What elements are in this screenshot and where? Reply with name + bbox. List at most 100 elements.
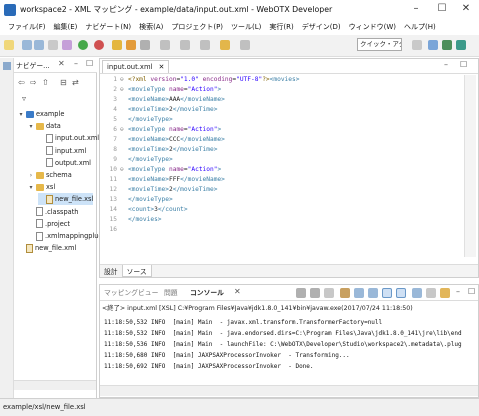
code-line[interactable]: 9 </movieType> (100, 156, 172, 166)
tree-item[interactable]: ▾ xsl (28, 181, 55, 193)
code-line[interactable]: 12 <movieTime>2</movieTime> (100, 186, 218, 196)
fold-toggle-icon[interactable]: ⊖ (120, 86, 128, 93)
link-with-editor-icon[interactable]: ⇄ (72, 78, 79, 87)
code-line[interactable]: 13 </movieType> (100, 196, 173, 206)
code-line[interactable]: 7 <movieName>CCC</movieName> (100, 136, 225, 146)
close-icon[interactable]: ✕ (159, 63, 165, 71)
tree-item[interactable]: .classpath (28, 206, 78, 218)
editor-tab-input-out-xml[interactable]: input.out.xml ✕ (102, 60, 170, 73)
tree-item[interactable]: › schema (28, 169, 72, 181)
tab-source[interactable]: ソース (121, 265, 152, 277)
code-line[interactable]: 16 (100, 226, 128, 236)
tree-item[interactable]: output.xml (38, 157, 91, 169)
menu-file[interactable]: ファイル(F) (4, 20, 50, 34)
word-wrap-icon[interactable] (368, 288, 378, 298)
console-horizontal-scrollbar[interactable] (100, 385, 478, 396)
debug-icon[interactable] (94, 40, 104, 50)
minimize-view-icon[interactable]: – (456, 287, 460, 296)
tree-item[interactable]: input.out.xml (38, 132, 99, 144)
minimize-button[interactable]: – (406, 2, 426, 16)
forward-icon[interactable] (240, 40, 250, 50)
editor-vertical-scrollbar[interactable] (464, 75, 476, 257)
tab-navigator[interactable]: ナビゲー... (16, 60, 50, 70)
minimize-view-icon[interactable]: – (444, 60, 448, 69)
tab-mapping-view[interactable]: マッピングビュー (104, 287, 158, 297)
maximize-view-icon[interactable]: ☐ (468, 287, 475, 296)
expand-toggle-icon[interactable]: › (28, 172, 34, 179)
tree-item[interactable]: input.xml (38, 145, 86, 157)
minimize-view-icon[interactable]: – (74, 59, 78, 68)
last-edit-icon[interactable] (200, 40, 210, 50)
pen-icon[interactable] (126, 40, 136, 50)
expand-toggle-icon[interactable]: ▾ (28, 123, 34, 130)
menu-search[interactable]: 検索(A) (135, 20, 167, 34)
quick-access-input[interactable]: クイック・アクセス (357, 38, 402, 51)
next-annotation-icon[interactable] (160, 40, 170, 50)
terminate-icon[interactable] (296, 288, 306, 298)
collapse-all-icon[interactable]: ⊟ (60, 78, 67, 87)
menu-window[interactable]: ウィンドウ(W) (345, 20, 400, 34)
tree-item[interactable]: ▾ data (28, 120, 60, 132)
code-area[interactable]: 1 ⊖ <?xml version="1.0" encoding="UTF-8"?>… (100, 76, 462, 246)
run-icon[interactable] (78, 40, 88, 50)
open-folder-icon[interactable] (112, 40, 122, 50)
code-line[interactable]: 2 ⊖ <movieType name="Action"> (100, 86, 221, 96)
up-icon[interactable]: ⇧ (42, 78, 49, 87)
menu-help[interactable]: ヘルプ(H) (400, 20, 440, 34)
perspective-xml-mapping-icon[interactable] (456, 40, 466, 50)
tree-item[interactable]: .project (28, 218, 70, 230)
close-icon[interactable]: ✕ (58, 59, 65, 68)
expand-toggle-icon[interactable]: ▾ (18, 111, 24, 118)
tree-item[interactable]: ▾ example (18, 108, 64, 120)
menu-project[interactable]: プロジェクト(P) (167, 20, 227, 34)
forward-icon[interactable]: ⇨ (30, 78, 37, 87)
menu-tools[interactable]: ツール(L) (227, 20, 265, 34)
code-line[interactable]: 1 ⊖ <?xml version="1.0" encoding="UTF-8"?>… (100, 76, 299, 86)
save-all-icon[interactable] (34, 40, 44, 50)
prev-annotation-icon[interactable] (180, 40, 190, 50)
clear-console-icon[interactable] (340, 288, 350, 298)
code-line[interactable]: 8 <movieTime>2</movieTime> (100, 146, 217, 156)
pin-console-icon[interactable] (412, 288, 422, 298)
back-icon[interactable] (220, 40, 230, 50)
menu-navigate[interactable]: ナビゲート(N) (81, 20, 135, 34)
back-icon[interactable]: ⇦ (18, 78, 25, 87)
build-icon[interactable] (62, 40, 72, 50)
close-icon[interactable]: ✕ (234, 287, 241, 296)
tree-item[interactable]: new_file.xml (18, 242, 76, 254)
print-icon[interactable] (48, 40, 58, 50)
tab-problems[interactable]: 問題 (164, 287, 178, 297)
new-file-icon[interactable] (4, 40, 14, 50)
open-perspective-icon[interactable] (412, 40, 422, 50)
show-on-stdout-icon[interactable] (382, 288, 392, 298)
remove-all-icon[interactable] (324, 288, 334, 298)
code-line[interactable]: 11 <movieName>FFF</movieName> (100, 176, 225, 186)
navigator-horizontal-scrollbar[interactable] (14, 380, 96, 390)
tab-console[interactable]: コンソール (190, 287, 224, 297)
maximize-view-icon[interactable]: ☐ (460, 60, 467, 69)
menu-edit[interactable]: 編集(E) (50, 20, 82, 34)
fold-toggle-icon[interactable]: ⊖ (120, 76, 128, 83)
remove-launch-icon[interactable] (310, 288, 320, 298)
code-line[interactable]: 6 ⊖ <movieType name="Action"> (100, 126, 221, 136)
menu-run[interactable]: 実行(R) (265, 20, 297, 34)
restore-view-icon[interactable] (3, 62, 11, 70)
perspective-debug-icon[interactable] (442, 40, 452, 50)
maximize-view-icon[interactable]: ☐ (86, 59, 93, 68)
menu-design[interactable]: デザイン(D) (298, 20, 345, 34)
view-menu-icon[interactable]: ▿ (22, 94, 26, 103)
perspective-java-icon[interactable] (428, 40, 438, 50)
show-on-stderr-icon[interactable] (396, 288, 406, 298)
open-console-icon[interactable] (440, 288, 450, 298)
code-line[interactable]: 4 <movieTime>2</movieTime> (100, 106, 217, 116)
save-icon[interactable] (22, 40, 32, 50)
toggle-icon[interactable] (140, 40, 150, 50)
code-line[interactable]: 10 ⊖ <movieType name="Action"> (100, 166, 222, 176)
fold-toggle-icon[interactable]: ⊖ (120, 166, 128, 173)
code-line[interactable]: 3 <movieName>AAA</movieName> (100, 96, 225, 106)
tab-design[interactable]: 設計 (100, 265, 122, 277)
fold-toggle-icon[interactable]: ⊖ (120, 126, 128, 133)
display-console-icon[interactable] (426, 288, 436, 298)
scroll-lock-icon[interactable] (354, 288, 364, 298)
close-button[interactable]: ✕ (456, 2, 476, 16)
